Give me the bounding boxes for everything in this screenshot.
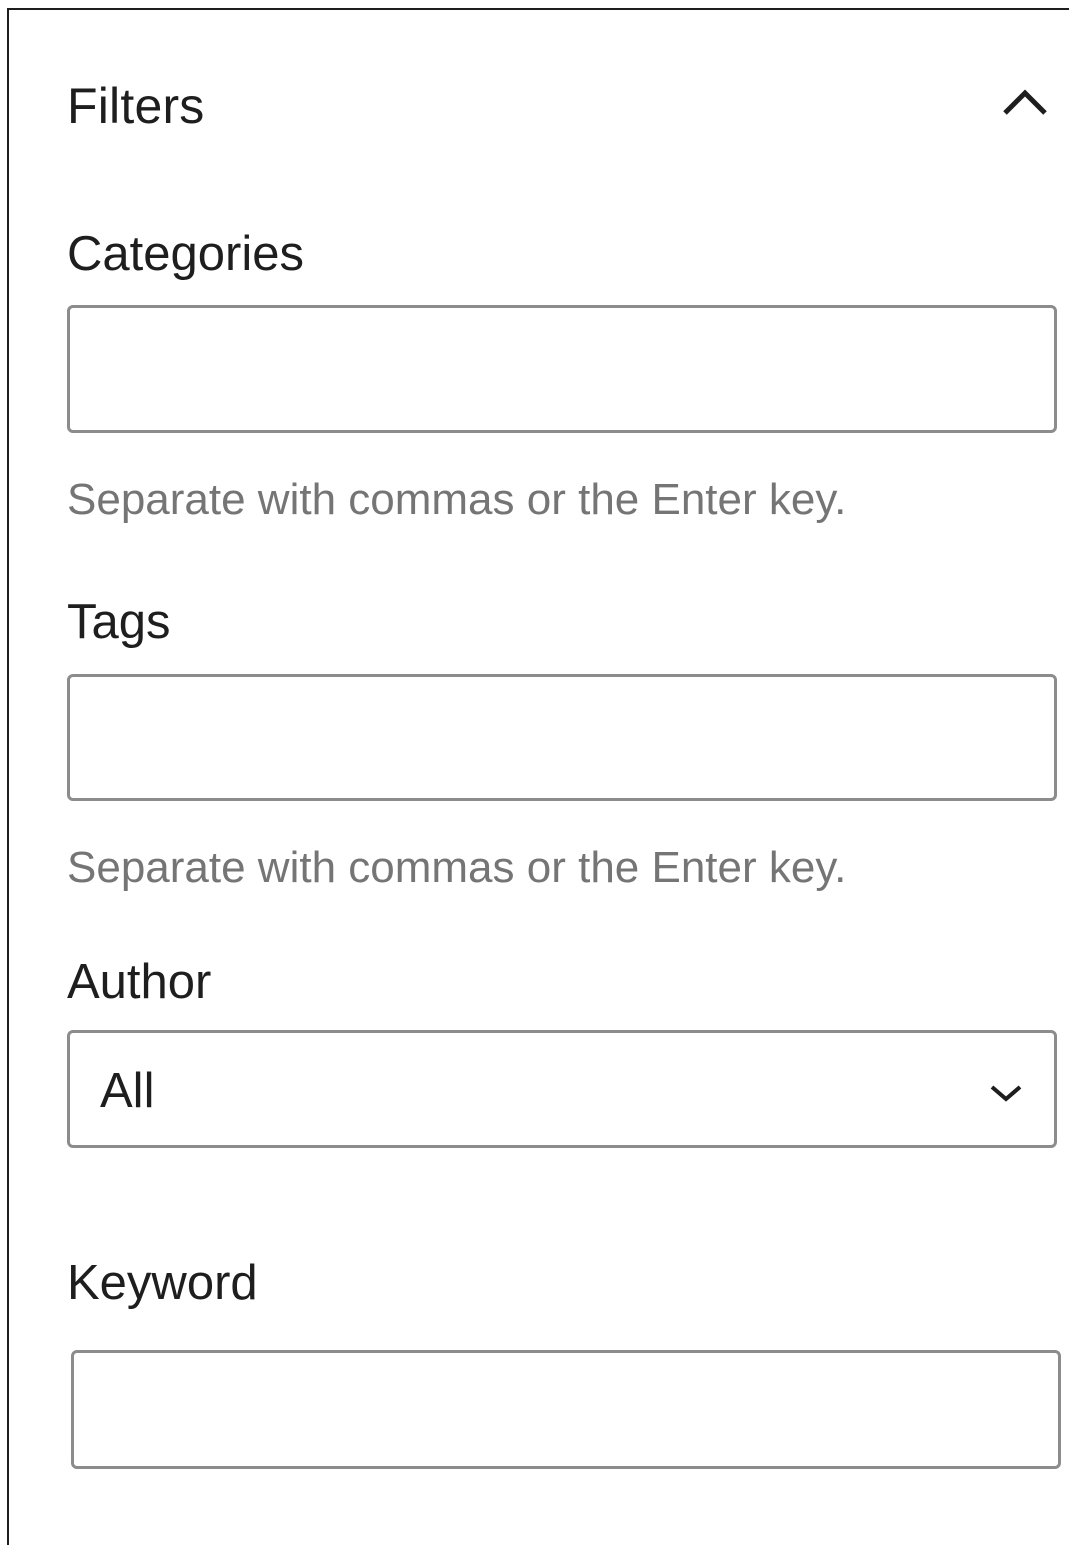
filters-panel-header[interactable]: Filters [67,72,1057,136]
categories-help-text: Separate with commas or the Enter key. [67,475,847,524]
keyword-field[interactable] [71,1350,1061,1469]
collapse-toggle-button[interactable] [993,72,1057,136]
categories-input[interactable] [70,308,1054,430]
chevron-up-icon [1001,87,1049,122]
tags-field[interactable] [67,674,1057,801]
panel-title: Filters [67,78,205,134]
tags-label: Tags [67,595,171,649]
author-select-value: All [100,1064,155,1118]
tags-input[interactable] [70,677,1054,798]
author-select[interactable]: All [67,1030,1057,1148]
categories-field[interactable] [67,305,1057,433]
categories-label: Categories [67,227,304,281]
keyword-input[interactable] [74,1353,1058,1466]
filters-panel: Filters Categories Separate with commas … [7,8,1069,1545]
chevron-down-icon [986,1073,1026,1113]
keyword-label: Keyword [67,1256,258,1310]
author-label: Author [67,955,212,1009]
tags-help-text: Separate with commas or the Enter key. [67,843,847,892]
